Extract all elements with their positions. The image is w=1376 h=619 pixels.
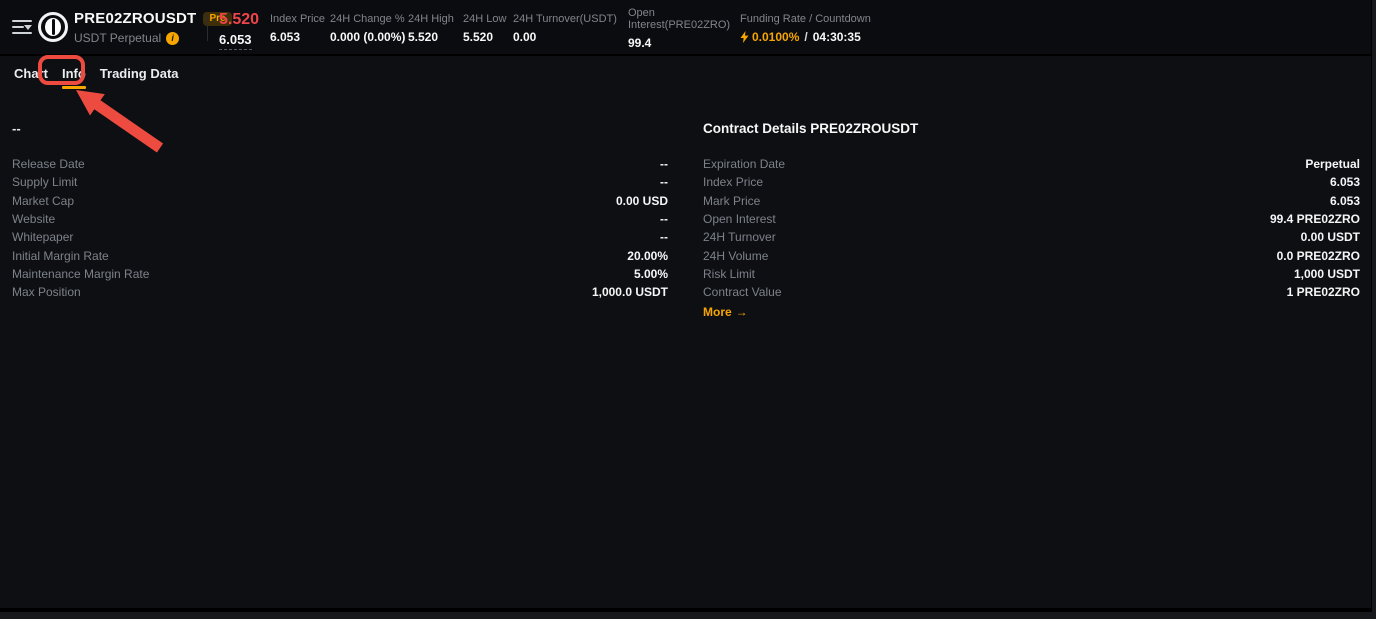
- contract-row-24h-volume: 24H Volume 0.0 PRE02ZRO: [703, 246, 1360, 264]
- info-row-max-position: Max Position 1,000.0 USDT: [12, 283, 668, 301]
- price-block: 5.520 6.053: [219, 11, 259, 50]
- menu-bar: [12, 20, 32, 22]
- active-tab-indicator: [62, 86, 86, 89]
- menu-bar: [12, 32, 32, 34]
- symbol-name: PRE02ZROUSDT: [74, 10, 196, 27]
- coin-logo-slot: [52, 19, 55, 35]
- tab-info[interactable]: Info: [60, 62, 88, 89]
- contract-details-section: Contract Details PRE02ZROUSDT Expiration…: [703, 121, 1360, 319]
- info-row-supply-limit: Supply Limit --: [12, 173, 668, 191]
- lightning-icon: [740, 31, 749, 43]
- menu-bar: [12, 26, 24, 28]
- info-row-website: Website --: [12, 210, 668, 228]
- info-icon[interactable]: i: [166, 32, 179, 45]
- info-row-market-cap: Market Cap 0.00 USD: [12, 192, 668, 210]
- info-row-whitepaper: Whitepaper --: [12, 228, 668, 246]
- info-row-maintenance-margin: Maintenance Margin Rate 5.00%: [12, 265, 668, 283]
- chevron-down-icon: [24, 25, 32, 30]
- stat-24h-change: 24H Change % 0.000 (0.00%): [330, 13, 405, 44]
- instrument-header: PRE02ZROUSDT Pre USDT Perpetual i 5.520 …: [0, 0, 1371, 54]
- contract-row-open-interest: Open Interest 99.4 PRE02ZRO: [703, 210, 1360, 228]
- page-edge-right: [1372, 0, 1376, 619]
- mark-price-small: 6.053: [219, 32, 252, 50]
- page-edge-bottom: [0, 612, 1372, 619]
- more-link[interactable]: More →: [703, 305, 748, 319]
- contract-row-contract-value: Contract Value 1 PRE02ZRO: [703, 283, 1360, 301]
- coin-logo-icon: [38, 12, 68, 42]
- last-price: 5.520: [219, 11, 259, 29]
- header-divider: [207, 14, 208, 41]
- page: PRE02ZROUSDT Pre USDT Perpetual i 5.520 …: [0, 0, 1376, 619]
- contract-row-expiration: Expiration Date Perpetual: [703, 155, 1360, 173]
- funding-separator: /: [804, 30, 807, 44]
- tab-bar: Chart Info Trading Data: [12, 62, 181, 89]
- contract-type-label: USDT Perpetual: [74, 31, 161, 45]
- stat-funding-rate: Funding Rate / Countdown 0.0100% / 04:30…: [740, 13, 871, 44]
- contract-row-index-price: Index Price 6.053: [703, 173, 1360, 191]
- stat-24h-low: 24H Low 5.520: [463, 13, 506, 44]
- info-row-initial-margin: Initial Margin Rate 20.00%: [12, 246, 668, 264]
- tab-chart[interactable]: Chart: [12, 62, 50, 89]
- info-row-release-date: Release Date --: [12, 155, 668, 173]
- token-info-section: -- Release Date -- Supply Limit -- Marke…: [12, 121, 668, 301]
- tab-trading-data[interactable]: Trading Data: [98, 62, 181, 89]
- coin-name: --: [12, 121, 668, 137]
- stat-24h-turnover: 24H Turnover(USDT) 0.00: [513, 13, 617, 44]
- funding-rate-value: 0.0100%: [752, 30, 799, 44]
- stat-index-price: Index Price 6.053: [270, 13, 325, 44]
- funding-countdown: 04:30:35: [813, 30, 861, 44]
- contract-row-mark-price: Mark Price 6.053: [703, 192, 1360, 210]
- contract-row-24h-turnover: 24H Turnover 0.00 USDT: [703, 228, 1360, 246]
- info-panel: Chart Info Trading Data -- Release Date …: [0, 56, 1371, 608]
- stat-open-interest: Open Interest(PRE02ZRO) 99.4: [628, 7, 738, 50]
- contract-details-title: Contract Details PRE02ZROUSDT: [703, 121, 1360, 137]
- stat-24h-high: 24H High 5.520: [408, 13, 454, 44]
- contract-row-risk-limit: Risk Limit 1,000 USDT: [703, 265, 1360, 283]
- markets-menu-icon[interactable]: [12, 19, 32, 35]
- arrow-right-icon: →: [736, 305, 748, 319]
